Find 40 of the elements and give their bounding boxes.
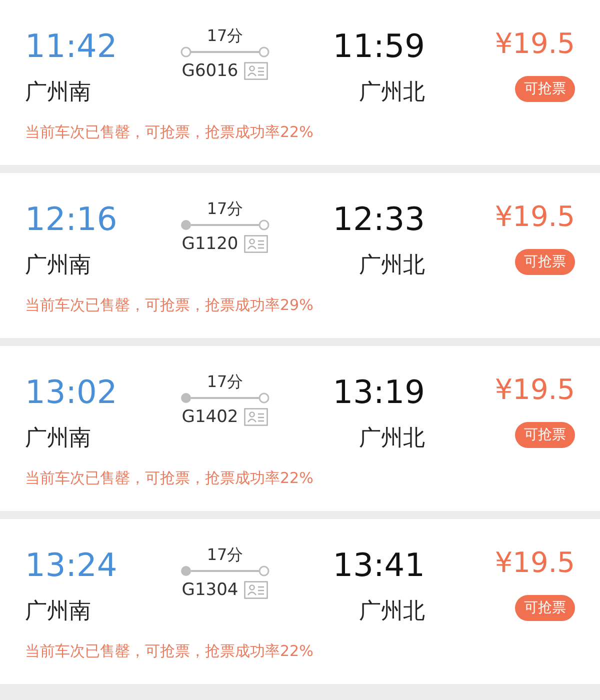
arrival-station: 广州北 [359, 79, 425, 107]
duration: 17分 [206, 372, 244, 392]
departure-time: 12:16 [25, 199, 118, 239]
arrival-time: 11:59 [332, 26, 425, 66]
duration: 17分 [206, 545, 244, 565]
train-number: G1402 [182, 406, 238, 428]
id-card-icon [244, 408, 268, 426]
train-number: G6016 [182, 60, 238, 82]
sold-out-note: 当前车次已售罄，可抢票，抢票成功率29% [25, 295, 314, 315]
departure-station: 广州南 [25, 79, 92, 107]
departure-station: 广州南 [25, 252, 92, 280]
id-card-icon [244, 62, 268, 80]
train-card[interactable]: 12:16 广州南 17分 G1120 12:33 广州北 ¥19.5 可抢票 当前车次已售罄，可抢票，抢票成功率29% [0, 173, 600, 338]
price: ¥19.5 [494, 26, 575, 62]
train-card[interactable]: 11:42 广州南 17分 G6016 11:59 广州北 ¥19.5 可抢票 当前车次已售罄，可抢票，抢票成功率22% [0, 0, 600, 165]
departure-station: 广州南 [25, 425, 92, 453]
departure-time: 11:42 [25, 26, 118, 66]
price: ¥19.5 [494, 199, 575, 235]
arrival-time: 13:41 [332, 545, 425, 585]
id-card-icon [244, 581, 268, 599]
sold-out-note: 当前车次已售罄，可抢票，抢票成功率22% [25, 641, 314, 661]
arrival-time: 13:19 [332, 372, 425, 412]
sold-out-note: 当前车次已售罄，可抢票，抢票成功率22% [25, 468, 314, 488]
arrival-station: 广州北 [359, 425, 425, 453]
price: ¥19.5 [494, 545, 575, 581]
train-number: G1304 [182, 579, 238, 601]
duration: 17分 [206, 199, 244, 219]
train-number: G1120 [182, 233, 238, 255]
departure-time: 13:02 [25, 372, 118, 412]
departure-time: 13:24 [25, 545, 118, 585]
id-card-icon [244, 235, 268, 253]
price: ¥19.5 [494, 372, 575, 408]
arrival-time: 12:33 [332, 199, 425, 239]
train-card[interactable]: 13:24 广州南 17分 G1304 13:41 广州北 ¥19.5 可抢票 当前车次已售罄，可抢票，抢票成功率22% [0, 519, 600, 684]
arrival-station: 广州北 [359, 598, 425, 626]
arrival-station: 广州北 [359, 252, 425, 280]
sold-out-note: 当前车次已售罄，可抢票，抢票成功率22% [25, 122, 314, 142]
departure-station: 广州南 [25, 598, 92, 626]
train-card[interactable]: 13:02 广州南 17分 G1402 13:19 广州北 ¥19.5 可抢票 当前车次已售罄，可抢票，抢票成功率22% [0, 346, 600, 511]
duration: 17分 [206, 26, 244, 46]
